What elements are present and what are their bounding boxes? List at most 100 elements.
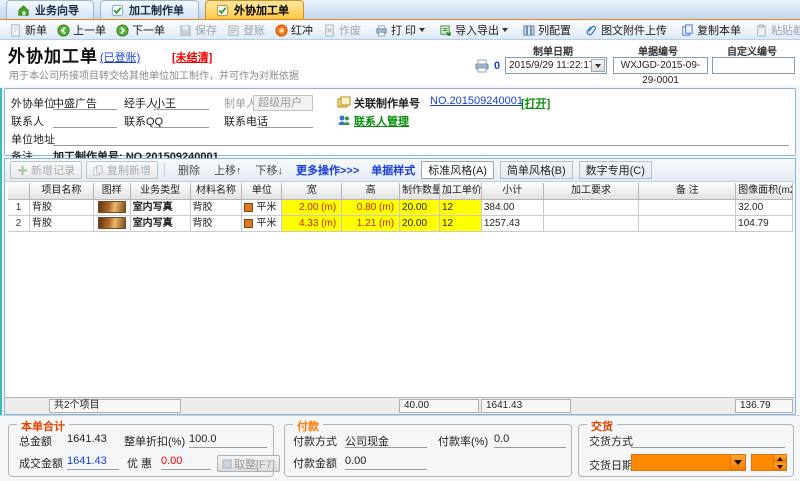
tab-business-wizard[interactable]: 业务向导 bbox=[6, 0, 94, 19]
open-related-link[interactable]: [打开] bbox=[521, 95, 550, 111]
import-export-button[interactable]: 导入导出 bbox=[434, 22, 513, 39]
cell-material[interactable]: 背胶 bbox=[190, 200, 243, 216]
cell-subtotal[interactable]: 384.00 bbox=[481, 200, 544, 216]
delivery-time-spinner[interactable] bbox=[751, 454, 787, 471]
payment-amount-field[interactable]: 0.00 bbox=[345, 455, 427, 470]
paste-screenshot-button[interactable]: 粘贴截图 bbox=[750, 22, 800, 39]
cell-unit[interactable]: 平米 bbox=[242, 200, 283, 216]
qq-field[interactable] bbox=[154, 113, 209, 128]
cell-subtotal[interactable]: 1257.43 bbox=[481, 216, 544, 232]
delivery-date-combobox[interactable] bbox=[631, 454, 746, 471]
cell-pic[interactable] bbox=[93, 216, 131, 232]
printer-icon[interactable] bbox=[474, 58, 490, 73]
chevron-down-icon[interactable] bbox=[591, 59, 605, 72]
cell-price[interactable]: 12 bbox=[439, 216, 482, 232]
copy-add-button[interactable]: 复制新增 bbox=[86, 161, 158, 179]
app-window: 业务向导 加工制作单 外协加工单 新单 上一单 下一单 保存 登账 红冲 作废 … bbox=[0, 0, 800, 481]
cell-qty[interactable]: 20.00 bbox=[400, 200, 440, 216]
next-order-button[interactable]: 下一单 bbox=[111, 22, 170, 39]
cell-width[interactable]: 4.33 (m) bbox=[282, 216, 343, 232]
color-swatch bbox=[244, 203, 254, 212]
payment-group: 付款 付款方式 公司现金 付款率(%) 0.0 付款金额 0.00 bbox=[284, 418, 572, 477]
void-order-button[interactable]: 作废 bbox=[318, 22, 366, 39]
vendor-field[interactable]: 中盛广告 bbox=[53, 95, 117, 110]
cell-name[interactable]: 背胶 bbox=[29, 200, 94, 216]
custom-no-field[interactable] bbox=[712, 57, 795, 74]
discount-field[interactable]: 100.0 bbox=[189, 433, 267, 448]
address-field[interactable] bbox=[53, 131, 789, 146]
register-account-button[interactable]: 登账 bbox=[222, 22, 270, 39]
delivery-method-field[interactable] bbox=[631, 433, 785, 448]
prev-order-button[interactable]: 上一单 bbox=[52, 22, 111, 39]
delivery-group: 交货 交货方式 交货日期 bbox=[578, 418, 794, 477]
col-header-pic: 图样 bbox=[93, 183, 131, 200]
column-config-button[interactable]: 列配置 bbox=[517, 22, 576, 39]
print-button[interactable]: 打 印 bbox=[370, 22, 430, 39]
move-up-button[interactable]: 上移↑ bbox=[214, 162, 242, 178]
related-order-link[interactable]: NO.201509240001 bbox=[430, 95, 523, 107]
order-date-combobox[interactable]: 2015/9/29 11:22:17 bbox=[505, 57, 607, 74]
move-down-button[interactable]: 下移↓ bbox=[256, 162, 284, 178]
cell-pic[interactable] bbox=[93, 200, 131, 216]
payment-rate-field[interactable]: 0.0 bbox=[494, 433, 566, 448]
payment-method-field[interactable]: 公司现金 bbox=[345, 433, 427, 448]
doc-no-field[interactable]: WXJGD-2015-09-29-0001 bbox=[613, 57, 708, 86]
copy-icon bbox=[682, 23, 693, 36]
cell-type[interactable]: 室内写真 bbox=[130, 216, 191, 232]
red-flush-button[interactable]: 红冲 bbox=[270, 22, 318, 39]
spinner-up-icon[interactable] bbox=[773, 455, 786, 462]
style-standard-button[interactable]: 标准风格(A) bbox=[421, 161, 494, 179]
discount-label: 整单折扣(%) bbox=[124, 436, 186, 448]
cell-qty[interactable]: 20.00 bbox=[400, 216, 440, 232]
handler-field[interactable]: 小王 bbox=[154, 95, 209, 110]
tab-processing-order[interactable]: 加工制作单 bbox=[100, 0, 199, 19]
cell-req[interactable] bbox=[543, 200, 640, 216]
col-header-area: 图像面积(m2) bbox=[736, 183, 793, 200]
chevron-down-icon[interactable] bbox=[730, 455, 745, 470]
attachment-upload-button[interactable]: 图文附件上传 bbox=[580, 22, 672, 39]
cell-note[interactable] bbox=[639, 216, 737, 232]
arrow-right-circle-icon bbox=[116, 23, 129, 37]
cell-note[interactable] bbox=[639, 200, 737, 216]
delete-row-button[interactable]: 删除 bbox=[178, 162, 200, 178]
cell-price[interactable]: 12 bbox=[439, 200, 482, 216]
new-doc-icon bbox=[11, 23, 20, 37]
contact-manage-link[interactable]: 联系人管理 bbox=[354, 113, 409, 129]
table-row[interactable]: 1 背胶 室内写真 背胶 平米 2.00 (m) 0.80 (m) 20.00 … bbox=[8, 200, 793, 216]
cell-req[interactable] bbox=[543, 216, 640, 232]
style-simple-button[interactable]: 简单风格(B) bbox=[499, 161, 573, 179]
cell-name[interactable]: 背胶 bbox=[29, 216, 94, 232]
save-button[interactable]: 保存 bbox=[174, 22, 222, 39]
col-header-material: 材料名称 bbox=[190, 183, 243, 200]
page-subtitle: 用于本公司所接项目转交给其他单位加工制作，并可作为对账依据 bbox=[9, 71, 299, 82]
spinner-down-icon[interactable] bbox=[773, 463, 786, 470]
thumbnail-image[interactable] bbox=[97, 201, 126, 213]
copy-order-button[interactable]: 复制本单 bbox=[676, 22, 746, 39]
cell-height[interactable]: 0.80 (m) bbox=[342, 200, 401, 216]
cell-material[interactable]: 背胶 bbox=[190, 216, 243, 232]
thumbnail-image[interactable] bbox=[97, 217, 126, 229]
contact-field[interactable] bbox=[53, 113, 117, 128]
cell-area[interactable]: 32.00 bbox=[736, 200, 793, 216]
cell-width[interactable]: 2.00 (m) bbox=[282, 200, 343, 216]
style-digital-button[interactable]: 数字专用(C) bbox=[578, 161, 652, 179]
more-actions-link[interactable]: 更多操作>>> bbox=[296, 162, 359, 178]
cell-type[interactable]: 室内写真 bbox=[130, 200, 191, 216]
paperclip-icon bbox=[586, 25, 597, 35]
round-button[interactable]: 取整[F7] bbox=[217, 455, 280, 472]
table-row[interactable]: 2 背胶 室内写真 背胶 平米 4.33 (m) 1.21 (m) 20.00 … bbox=[8, 216, 793, 232]
offer-field[interactable]: 0.00 bbox=[161, 455, 211, 470]
new-order-button[interactable]: 新单 bbox=[4, 22, 52, 39]
cell-unit[interactable]: 平米 bbox=[242, 216, 283, 232]
unsettled-status-link[interactable]: [未结清] bbox=[172, 49, 212, 65]
cell-area[interactable]: 104.79 bbox=[736, 216, 793, 232]
tab-outsourcing-order[interactable]: 外协加工单 bbox=[205, 0, 304, 19]
cell-height[interactable]: 1.21 (m) bbox=[342, 216, 401, 232]
registered-status-link[interactable]: (已登账) bbox=[100, 49, 140, 65]
deal-field[interactable]: 1641.43 bbox=[67, 455, 119, 470]
ledger-icon bbox=[228, 24, 239, 36]
phone-field[interactable] bbox=[257, 113, 313, 128]
add-record-button[interactable]: 新增记录 bbox=[10, 161, 82, 179]
col-header-height: 高 bbox=[342, 183, 401, 200]
table-footer: 共2个项目 40.00 1641.43 136.79 bbox=[5, 397, 795, 414]
